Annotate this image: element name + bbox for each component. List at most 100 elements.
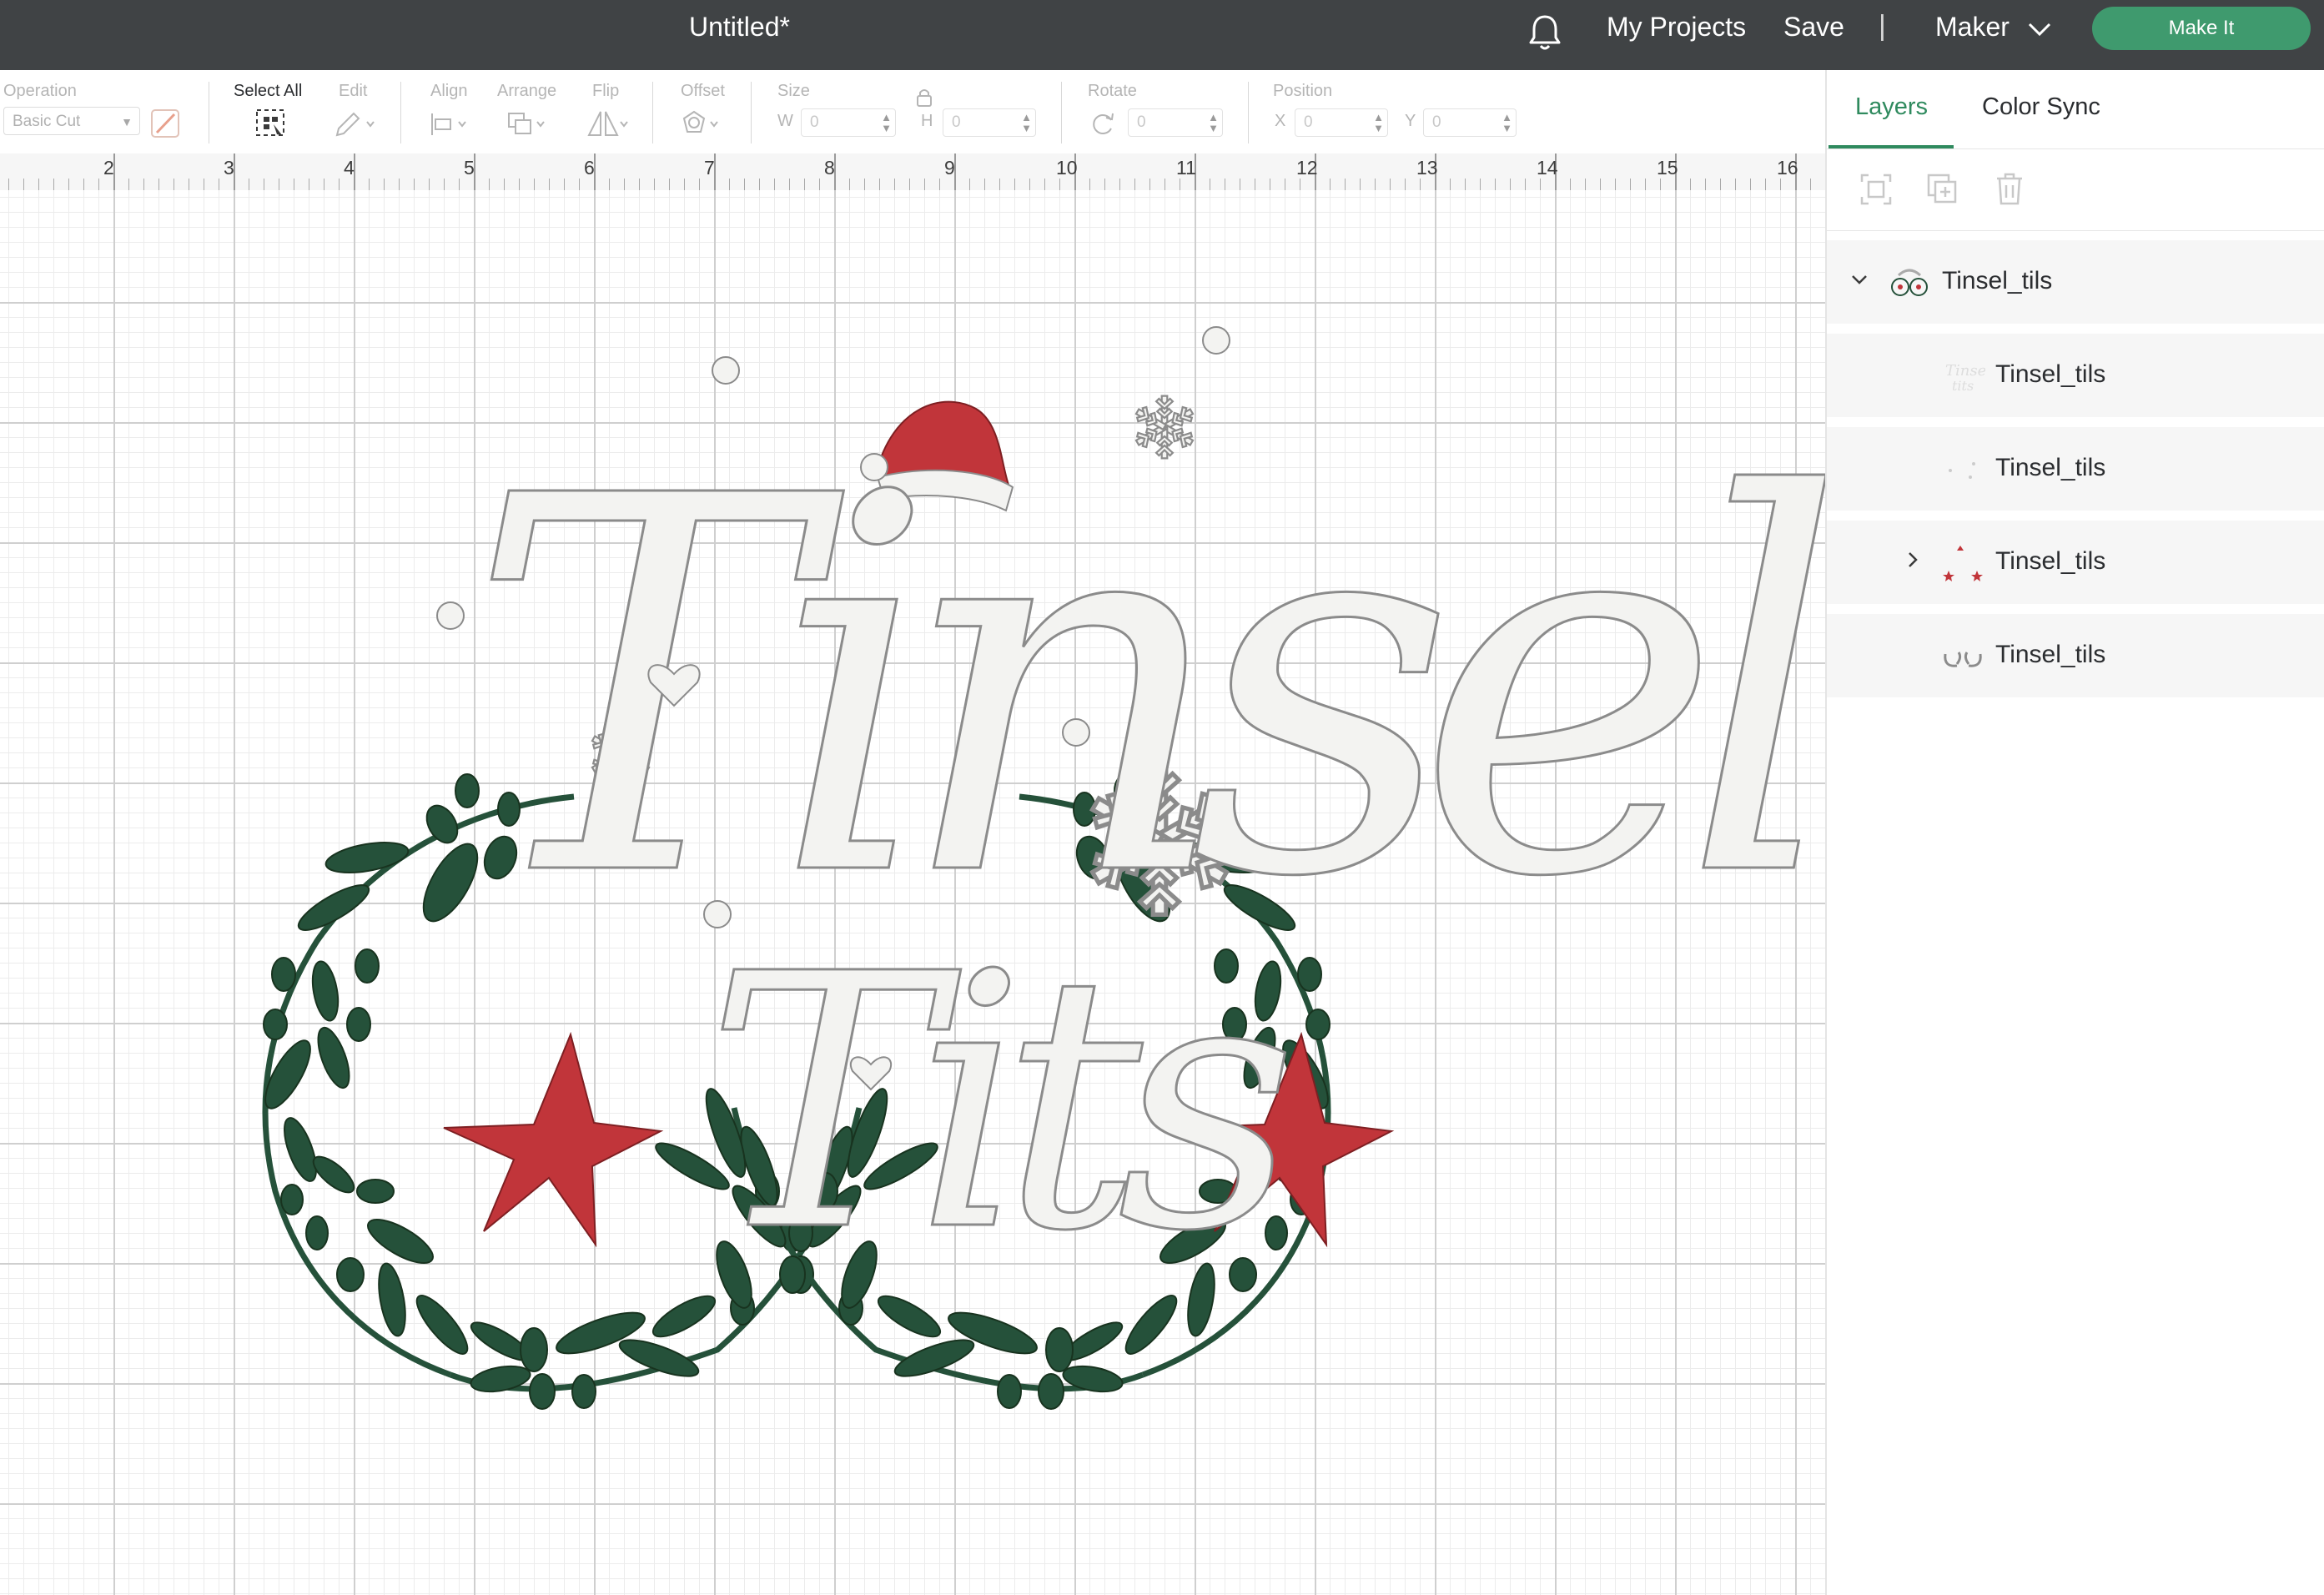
- position-x-value: 0: [1304, 113, 1313, 131]
- ruler-label: 12: [1296, 157, 1318, 179]
- layer-thumbnail-icon: [1891, 269, 1928, 296]
- chevron-right-icon[interactable]: [1904, 551, 1922, 569]
- arrange-icon[interactable]: [504, 107, 551, 140]
- machine-selector-label[interactable]: Maker: [1935, 12, 2010, 43]
- x-axis-label: X: [1275, 112, 1286, 130]
- stepper-icon[interactable]: ▲ ▼: [881, 112, 892, 133]
- layer-row[interactable]: Tinsel_tils: [1827, 521, 2324, 604]
- design-artwork[interactable]: Tinsel Tits: [0, 190, 1825, 1595]
- ruler-label: 10: [1056, 157, 1078, 179]
- position-y-input[interactable]: 0 ▲ ▼: [1423, 108, 1517, 137]
- top-bar: Untitled* My Projects Save | Maker Make …: [0, 0, 2324, 70]
- width-value: 0: [810, 113, 819, 131]
- ruler-label: 7: [704, 157, 715, 179]
- offset-label: Offset: [681, 82, 725, 100]
- layer-thumbnail-icon: Tinsel tits: [1945, 362, 1985, 394]
- position-y-value: 0: [1432, 113, 1441, 131]
- make-it-button[interactable]: Make It: [2092, 7, 2311, 50]
- toolbar-divider: [751, 82, 752, 143]
- select-all-icon[interactable]: [250, 107, 297, 140]
- position-label: Position: [1273, 82, 1333, 100]
- stepper-icon[interactable]: ▲ ▼: [1502, 112, 1512, 133]
- my-projects-link[interactable]: My Projects: [1607, 12, 1746, 43]
- red-star-left: [443, 1031, 664, 1248]
- ruler-label: 5: [464, 157, 475, 179]
- arrange-label: Arrange: [497, 82, 557, 100]
- ruler-label: 11: [1176, 157, 1196, 179]
- ruler-label: 14: [1537, 157, 1558, 179]
- panel-divider: [1827, 230, 2324, 231]
- layer-row[interactable]: Tinsel_tils: [1827, 427, 2324, 511]
- notification-bell-icon[interactable]: [1527, 12, 1563, 53]
- layer-thumbnail-icon: [1943, 546, 1983, 581]
- duplicate-icon[interactable]: [1924, 170, 1962, 209]
- design-canvas[interactable]: Tinsel Tits: [0, 190, 1825, 1595]
- offset-icon[interactable]: [677, 107, 724, 140]
- tab-color-sync[interactable]: Color Sync: [1982, 93, 2100, 121]
- align-icon[interactable]: [425, 107, 472, 140]
- panel-divider: [1827, 148, 2324, 149]
- stepper-icon[interactable]: ▲ ▼: [1208, 112, 1219, 133]
- horizontal-ruler: 2 3 4 5 6 7 8 9 10 11 12 13 14 15 16: [0, 153, 1825, 191]
- height-axis-label: H: [921, 112, 933, 130]
- save-button[interactable]: Save: [1783, 12, 1844, 43]
- operation-select[interactable]: Basic Cut ▼: [3, 107, 140, 135]
- flip-label: Flip: [592, 82, 620, 100]
- ruler-label: 4: [344, 157, 355, 179]
- lock-icon[interactable]: [914, 87, 934, 108]
- operation-label: Operation: [3, 82, 77, 100]
- lettering-word-2[interactable]: Tits: [705, 899, 1314, 1310]
- header-separator: |: [1879, 10, 1886, 42]
- height-value: 0: [952, 113, 961, 131]
- operation-value: Basic Cut: [13, 113, 81, 130]
- document-title[interactable]: Untitled*: [689, 12, 790, 43]
- ruler-label: 8: [824, 157, 835, 179]
- toolbar-divider: [1061, 82, 1062, 143]
- width-input[interactable]: 0 ▲ ▼: [801, 108, 896, 137]
- align-label: Align: [430, 82, 468, 100]
- svg-text:tits: tits: [1952, 378, 1974, 394]
- rotate-input[interactable]: 0 ▲ ▼: [1128, 108, 1223, 137]
- layer-name: Tinsel_tils: [1995, 547, 2106, 575]
- ruler-label: 9: [944, 157, 955, 179]
- stepper-icon[interactable]: ▲ ▼: [1373, 112, 1384, 133]
- stepper-icon[interactable]: ▲ ▼: [1021, 112, 1032, 133]
- rotate-icon: [1093, 113, 1114, 134]
- layer-thumbnail-icon: [1949, 462, 1975, 479]
- width-axis-label: W: [777, 112, 793, 130]
- edit-toolbar: Operation Basic Cut ▼ Select All Edit Al…: [0, 70, 1825, 154]
- layer-row[interactable]: Tinsel_tils: [1827, 614, 2324, 697]
- rotate-label: Rotate: [1088, 82, 1137, 100]
- ruler-label: 6: [584, 157, 595, 179]
- ruler-label: 13: [1416, 157, 1438, 179]
- ruler-label: 2: [103, 157, 114, 179]
- group-icon[interactable]: [1857, 170, 1895, 209]
- layer-name: Tinsel_tils: [1995, 360, 2106, 388]
- layer-name: Tinsel_tils: [1942, 267, 2053, 294]
- chevron-down-icon[interactable]: [1850, 270, 1869, 289]
- layer-group-row[interactable]: Tinsel_tils: [1827, 240, 2324, 324]
- toolbar-divider: [652, 82, 653, 143]
- chevron-down-icon[interactable]: [2027, 20, 2052, 38]
- dropdown-arrow-icon: ▼: [121, 115, 133, 128]
- height-input[interactable]: 0 ▲ ▼: [943, 108, 1036, 137]
- layer-thumbnail-icon: [1944, 652, 1982, 667]
- toolbar-divider: [400, 82, 401, 143]
- tab-layers[interactable]: Layers: [1855, 93, 1928, 121]
- rotate-value: 0: [1137, 113, 1146, 131]
- lettering-tinsel[interactable]: Tinsel Tits: [466, 388, 1826, 1310]
- layer-row[interactable]: Tinsel tits Tinsel_tils: [1827, 334, 2324, 417]
- flip-icon[interactable]: [584, 107, 631, 140]
- layers-panel: Layers Color Sync Tinsel_tils Tinsel tit…: [1827, 70, 2324, 704]
- edit-pencil-icon[interactable]: [330, 107, 377, 140]
- toolbar-divider: [1248, 82, 1249, 143]
- delete-icon[interactable]: [1990, 170, 2029, 209]
- select-all-label: Select All: [234, 82, 303, 100]
- y-axis-label: Y: [1405, 112, 1416, 130]
- position-x-input[interactable]: 0 ▲ ▼: [1295, 108, 1388, 137]
- ruler-label: 16: [1777, 157, 1798, 179]
- layer-name: Tinsel_tils: [1995, 641, 2106, 668]
- ruler-label: 15: [1657, 157, 1678, 179]
- size-label: Size: [777, 82, 810, 100]
- material-color-icon[interactable]: [148, 107, 184, 140]
